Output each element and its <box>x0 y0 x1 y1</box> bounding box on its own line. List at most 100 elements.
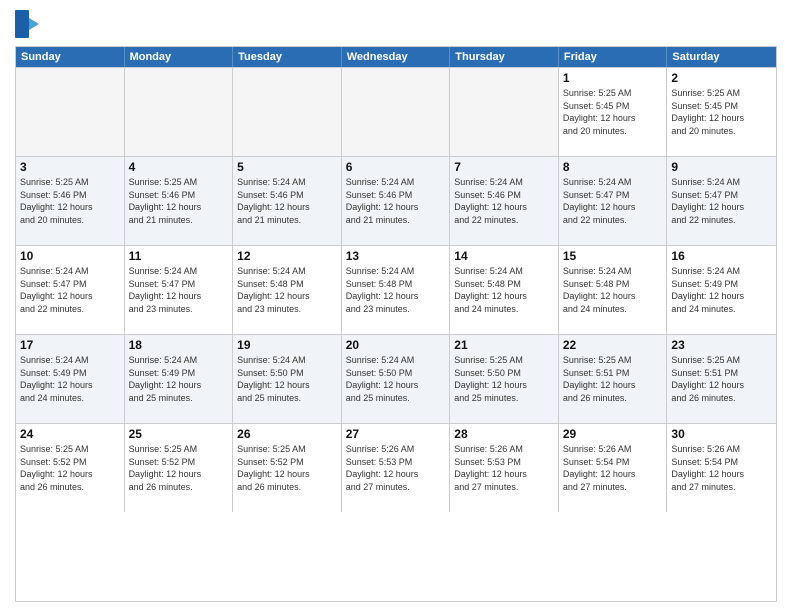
day-number: 18 <box>129 338 229 352</box>
day-number: 11 <box>129 249 229 263</box>
day-info: Sunrise: 5:25 AM Sunset: 5:52 PM Dayligh… <box>129 443 229 493</box>
day-info: Sunrise: 5:24 AM Sunset: 5:47 PM Dayligh… <box>563 176 663 226</box>
calendar-cell <box>125 68 234 156</box>
calendar-cell: 9 Sunrise: 5:24 AM Sunset: 5:47 PM Daylig… <box>667 157 776 245</box>
calendar-cell: 5 Sunrise: 5:24 AM Sunset: 5:46 PM Daylig… <box>233 157 342 245</box>
day-info: Sunrise: 5:24 AM Sunset: 5:49 PM Dayligh… <box>129 354 229 404</box>
logo-icon <box>15 10 39 40</box>
header-day-tuesday: Tuesday <box>233 47 342 67</box>
day-info: Sunrise: 5:24 AM Sunset: 5:49 PM Dayligh… <box>671 265 772 315</box>
day-info: Sunrise: 5:26 AM Sunset: 5:53 PM Dayligh… <box>454 443 554 493</box>
header-day-saturday: Saturday <box>667 47 776 67</box>
calendar-header: SundayMondayTuesdayWednesdayThursdayFrid… <box>16 47 776 67</box>
day-info: Sunrise: 5:26 AM Sunset: 5:54 PM Dayligh… <box>563 443 663 493</box>
calendar-cell: 25Sunrise: 5:25 AM Sunset: 5:52 PM Dayli… <box>125 424 234 512</box>
calendar-cell: 3 Sunrise: 5:25 AM Sunset: 5:46 PM Daylig… <box>16 157 125 245</box>
day-number: 20 <box>346 338 446 352</box>
calendar-body: 1 Sunrise: 5:25 AM Sunset: 5:45 PM Daylig… <box>16 67 776 512</box>
logo <box>15 10 43 40</box>
day-info: Sunrise: 5:24 AM Sunset: 5:47 PM Dayligh… <box>671 176 772 226</box>
header-day-friday: Friday <box>559 47 668 67</box>
calendar-row-2: 10 Sunrise: 5:24 AM Sunset: 5:47 PM Dayli… <box>16 245 776 334</box>
calendar-row-3: 17 Sunrise: 5:24 AM Sunset: 5:49 PM Dayli… <box>16 334 776 423</box>
day-number: 26 <box>237 427 337 441</box>
day-number: 28 <box>454 427 554 441</box>
day-number: 29 <box>563 427 663 441</box>
day-number: 23 <box>671 338 772 352</box>
day-info: Sunrise: 5:24 AM Sunset: 5:50 PM Dayligh… <box>346 354 446 404</box>
calendar-row-0: 1 Sunrise: 5:25 AM Sunset: 5:45 PM Daylig… <box>16 67 776 156</box>
header <box>15 10 777 40</box>
calendar-cell: 7Sunrise: 5:24 AM Sunset: 5:46 PM Daylig… <box>450 157 559 245</box>
calendar-cell: 16 Sunrise: 5:24 AM Sunset: 5:49 PM Dayli… <box>667 246 776 334</box>
calendar-cell <box>342 68 451 156</box>
calendar-cell: 27 Sunrise: 5:26 AM Sunset: 5:53 PM Dayli… <box>342 424 451 512</box>
day-number: 5 <box>237 160 337 174</box>
day-number: 1 <box>563 71 663 85</box>
day-info: Sunrise: 5:25 AM Sunset: 5:45 PM Dayligh… <box>563 87 663 137</box>
day-info: Sunrise: 5:25 AM Sunset: 5:51 PM Dayligh… <box>671 354 772 404</box>
day-info: Sunrise: 5:24 AM Sunset: 5:47 PM Dayligh… <box>20 265 120 315</box>
calendar-row-4: 24 Sunrise: 5:25 AM Sunset: 5:52 PM Dayli… <box>16 423 776 512</box>
calendar-cell: 20 Sunrise: 5:24 AM Sunset: 5:50 PM Dayli… <box>342 335 451 423</box>
calendar-cell: 2Sunrise: 5:25 AM Sunset: 5:45 PM Daylig… <box>667 68 776 156</box>
day-info: Sunrise: 5:24 AM Sunset: 5:49 PM Dayligh… <box>20 354 120 404</box>
day-number: 3 <box>20 160 120 174</box>
calendar-cell: 17 Sunrise: 5:24 AM Sunset: 5:49 PM Dayli… <box>16 335 125 423</box>
calendar-cell: 24Sunrise: 5:25 AM Sunset: 5:52 PM Dayli… <box>16 424 125 512</box>
day-number: 17 <box>20 338 120 352</box>
day-number: 9 <box>671 160 772 174</box>
day-number: 13 <box>346 249 446 263</box>
header-day-thursday: Thursday <box>450 47 559 67</box>
day-info: Sunrise: 5:26 AM Sunset: 5:54 PM Dayligh… <box>671 443 772 493</box>
day-info: Sunrise: 5:26 AM Sunset: 5:53 PM Dayligh… <box>346 443 446 493</box>
calendar-cell: 12Sunrise: 5:24 AM Sunset: 5:48 PM Dayli… <box>233 246 342 334</box>
calendar-cell: 13 Sunrise: 5:24 AM Sunset: 5:48 PM Dayli… <box>342 246 451 334</box>
page: SundayMondayTuesdayWednesdayThursdayFrid… <box>0 0 792 612</box>
day-number: 19 <box>237 338 337 352</box>
calendar-cell: 21Sunrise: 5:25 AM Sunset: 5:50 PM Dayli… <box>450 335 559 423</box>
day-number: 8 <box>563 160 663 174</box>
calendar-cell: 19 Sunrise: 5:24 AM Sunset: 5:50 PM Dayli… <box>233 335 342 423</box>
calendar-cell: 30 Sunrise: 5:26 AM Sunset: 5:54 PM Dayli… <box>667 424 776 512</box>
calendar-cell: 18 Sunrise: 5:24 AM Sunset: 5:49 PM Dayli… <box>125 335 234 423</box>
day-number: 27 <box>346 427 446 441</box>
calendar: SundayMondayTuesdayWednesdayThursdayFrid… <box>15 46 777 602</box>
day-number: 6 <box>346 160 446 174</box>
day-number: 4 <box>129 160 229 174</box>
day-info: Sunrise: 5:24 AM Sunset: 5:46 PM Dayligh… <box>454 176 554 226</box>
day-info: Sunrise: 5:24 AM Sunset: 5:50 PM Dayligh… <box>237 354 337 404</box>
calendar-cell <box>450 68 559 156</box>
day-info: Sunrise: 5:25 AM Sunset: 5:51 PM Dayligh… <box>563 354 663 404</box>
calendar-cell: 10 Sunrise: 5:24 AM Sunset: 5:47 PM Dayli… <box>16 246 125 334</box>
day-number: 10 <box>20 249 120 263</box>
calendar-cell: 26 Sunrise: 5:25 AM Sunset: 5:52 PM Dayli… <box>233 424 342 512</box>
day-number: 22 <box>563 338 663 352</box>
day-info: Sunrise: 5:24 AM Sunset: 5:48 PM Dayligh… <box>563 265 663 315</box>
calendar-cell: 11 Sunrise: 5:24 AM Sunset: 5:47 PM Dayli… <box>125 246 234 334</box>
day-info: Sunrise: 5:24 AM Sunset: 5:46 PM Dayligh… <box>237 176 337 226</box>
calendar-cell: 15 Sunrise: 5:24 AM Sunset: 5:48 PM Dayli… <box>559 246 668 334</box>
day-number: 15 <box>563 249 663 263</box>
day-number: 14 <box>454 249 554 263</box>
day-info: Sunrise: 5:24 AM Sunset: 5:47 PM Dayligh… <box>129 265 229 315</box>
day-info: Sunrise: 5:25 AM Sunset: 5:50 PM Dayligh… <box>454 354 554 404</box>
header-day-monday: Monday <box>125 47 234 67</box>
day-info: Sunrise: 5:25 AM Sunset: 5:46 PM Dayligh… <box>20 176 120 226</box>
calendar-cell: 29 Sunrise: 5:26 AM Sunset: 5:54 PM Dayli… <box>559 424 668 512</box>
day-info: Sunrise: 5:24 AM Sunset: 5:48 PM Dayligh… <box>237 265 337 315</box>
day-info: Sunrise: 5:24 AM Sunset: 5:48 PM Dayligh… <box>346 265 446 315</box>
day-number: 24 <box>20 427 120 441</box>
header-day-sunday: Sunday <box>16 47 125 67</box>
day-info: Sunrise: 5:25 AM Sunset: 5:46 PM Dayligh… <box>129 176 229 226</box>
day-info: Sunrise: 5:24 AM Sunset: 5:48 PM Dayligh… <box>454 265 554 315</box>
calendar-cell: 22 Sunrise: 5:25 AM Sunset: 5:51 PM Dayli… <box>559 335 668 423</box>
day-info: Sunrise: 5:25 AM Sunset: 5:45 PM Dayligh… <box>671 87 772 137</box>
day-number: 30 <box>671 427 772 441</box>
calendar-cell: 14 Sunrise: 5:24 AM Sunset: 5:48 PM Dayli… <box>450 246 559 334</box>
day-number: 16 <box>671 249 772 263</box>
header-day-wednesday: Wednesday <box>342 47 451 67</box>
day-info: Sunrise: 5:25 AM Sunset: 5:52 PM Dayligh… <box>237 443 337 493</box>
calendar-row-1: 3 Sunrise: 5:25 AM Sunset: 5:46 PM Daylig… <box>16 156 776 245</box>
calendar-cell: 6Sunrise: 5:24 AM Sunset: 5:46 PM Daylig… <box>342 157 451 245</box>
